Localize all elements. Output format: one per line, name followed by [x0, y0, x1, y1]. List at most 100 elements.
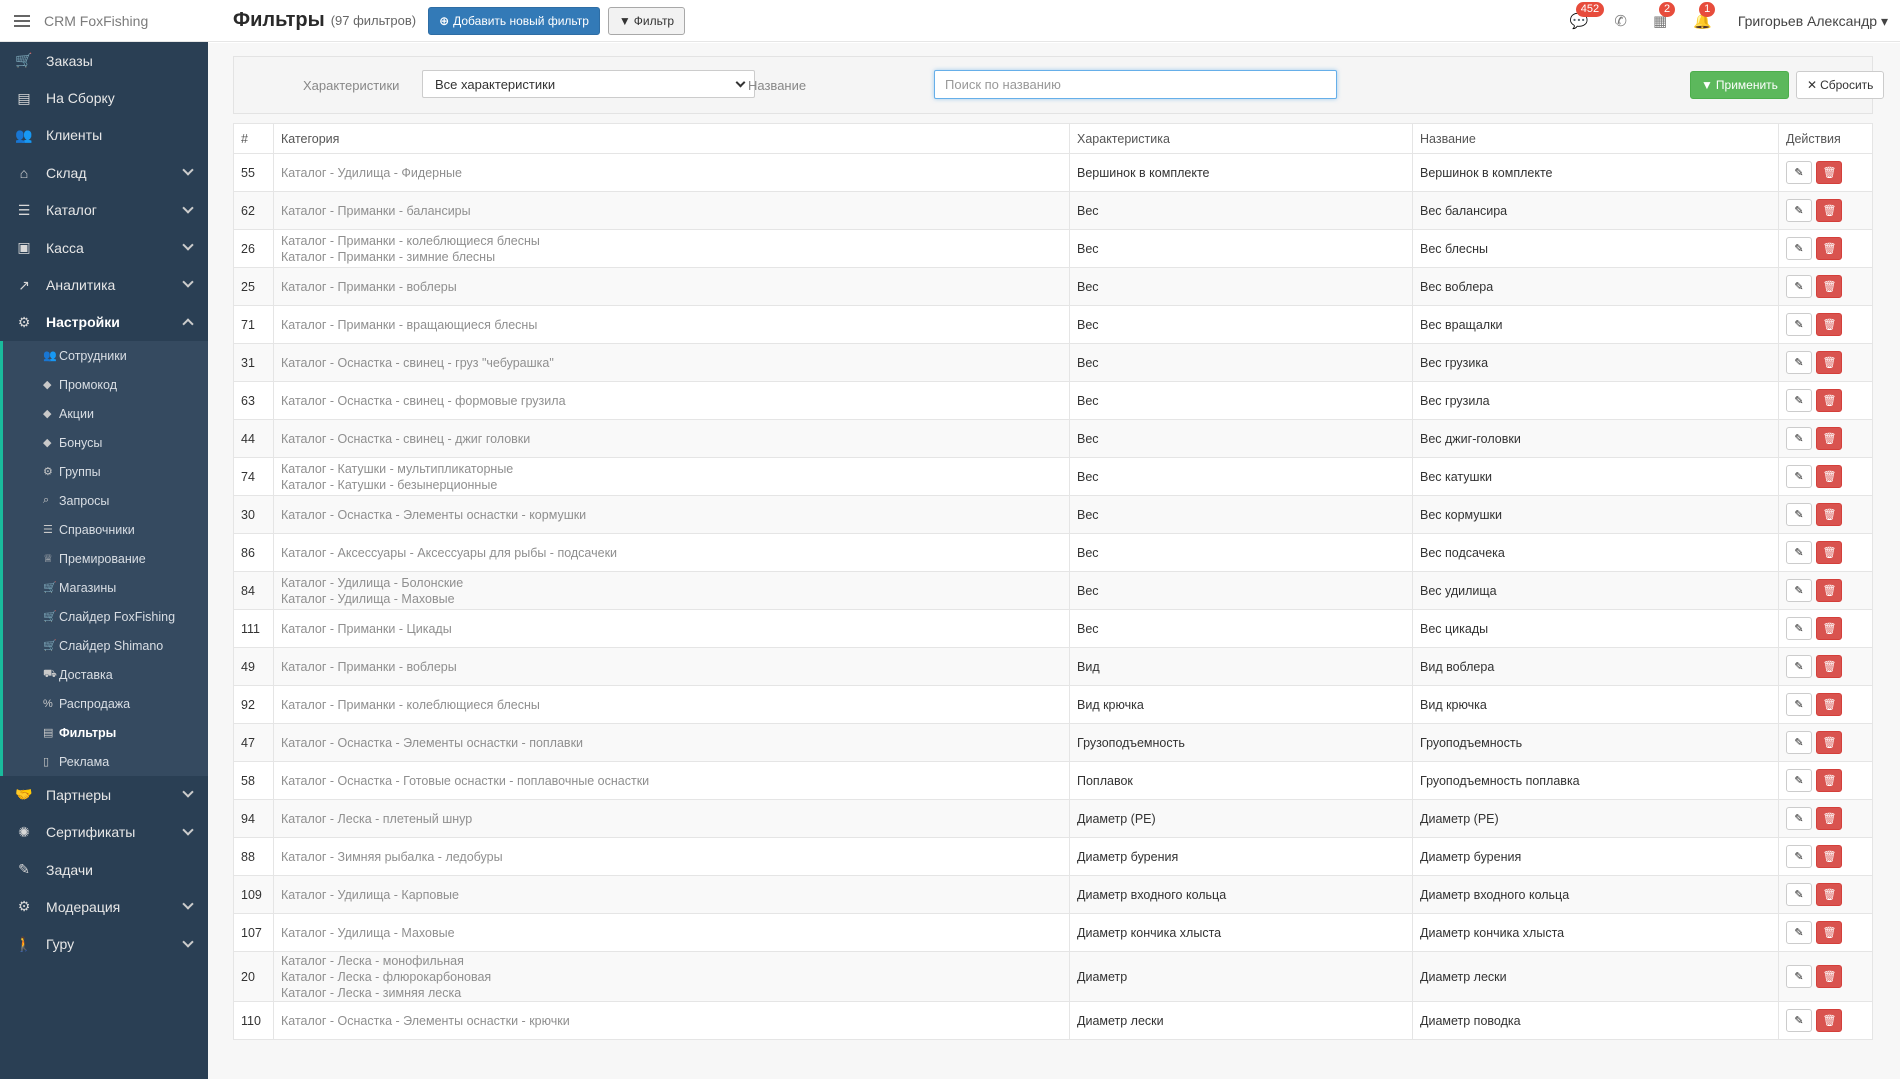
bell-icon[interactable]: 🔔 1 [1693, 2, 1716, 30]
edit-button[interactable]: ✎ [1786, 845, 1812, 868]
submenu-item-6[interactable]: ☰ Справочники [3, 515, 208, 544]
cell-name: Вес вращалки [1412, 305, 1779, 344]
submenu-item-1[interactable]: ◆ Промокод [3, 370, 208, 399]
edit-button[interactable]: ✎ [1786, 883, 1812, 906]
submenu-item-14[interactable]: ▯ Реклама [3, 747, 208, 776]
delete-button[interactable]: 🗑 [1816, 731, 1843, 754]
nav-item-4[interactable]: ☰ Каталог [0, 192, 208, 229]
nav-item-2[interactable]: ✎ Задачи [0, 851, 208, 888]
delete-button[interactable]: 🗑 [1816, 389, 1843, 412]
delete-button[interactable]: 🗑 [1816, 965, 1843, 988]
brand[interactable]: CRM FoxFishing [0, 0, 208, 42]
cell-characteristic: Грузоподъемность [1069, 723, 1413, 762]
edit-button[interactable]: ✎ [1786, 693, 1812, 716]
menu-toggle-icon[interactable] [14, 14, 30, 27]
nav-item-3[interactable]: ⌂ Склад [0, 154, 208, 191]
edit-button[interactable]: ✎ [1786, 617, 1812, 640]
add-filter-button[interactable]: ⊕ Добавить новый фильтр [428, 6, 600, 35]
edit-button[interactable]: ✎ [1786, 465, 1812, 488]
edit-button[interactable]: ✎ [1786, 655, 1812, 678]
cart-icon: 🛒 [43, 582, 57, 595]
delete-button[interactable]: 🗑 [1816, 275, 1843, 298]
nav-item-1[interactable]: ✺ Сертификаты [0, 814, 208, 851]
delete-button[interactable]: 🗑 [1816, 427, 1843, 450]
edit-button[interactable]: ✎ [1786, 579, 1812, 602]
delete-button[interactable]: 🗑 [1816, 769, 1843, 792]
pencil-icon: ✎ [1794, 775, 1804, 787]
reset-button[interactable]: ✕ Сбросить [1796, 71, 1885, 99]
edit-button[interactable]: ✎ [1786, 965, 1812, 988]
nav-item-2[interactable]: 👥 Клиенты [0, 117, 208, 154]
nav-item-1[interactable]: ▤ На Сборку [0, 79, 208, 116]
user-menu[interactable]: Григорьев Александр ▾ [1738, 13, 1888, 30]
apply-button[interactable]: ▼ Применить [1690, 71, 1789, 99]
characteristics-select[interactable]: Все характеристики [422, 70, 755, 98]
submenu-item-13[interactable]: ▤ Фильтры [3, 718, 208, 747]
submenu-item-12[interactable]: % Распродажа [3, 689, 208, 718]
delete-button[interactable]: 🗑 [1816, 579, 1843, 602]
delete-button[interactable]: 🗑 [1816, 845, 1843, 868]
submenu-item-5[interactable]: ⌕ Запросы [3, 486, 208, 515]
filter-icon: ▼ [618, 13, 631, 28]
delete-button[interactable]: 🗑 [1816, 693, 1843, 716]
edit-button[interactable]: ✎ [1786, 807, 1812, 830]
filter-toggle-button[interactable]: ▼ Фильтр [607, 6, 686, 35]
delete-button[interactable]: 🗑 [1816, 1009, 1843, 1032]
name-search-input[interactable] [934, 70, 1337, 99]
delete-button[interactable]: 🗑 [1816, 199, 1843, 222]
cart-icon: 🛒 [43, 640, 57, 653]
delete-button[interactable]: 🗑 [1816, 541, 1843, 564]
delete-button[interactable]: 🗑 [1816, 921, 1843, 944]
submenu-item-8[interactable]: 🛒 Магазины [3, 573, 208, 602]
submenu-item-7[interactable]: ♕ Премирование [3, 544, 208, 573]
submenu-item-3[interactable]: ◆ Бонусы [3, 428, 208, 457]
nav-item-3[interactable]: ⚙ Модерация [0, 888, 208, 925]
edit-button[interactable]: ✎ [1786, 199, 1812, 222]
cell-actions: ✎ 🗑 [1778, 191, 1873, 230]
delete-button[interactable]: 🗑 [1816, 807, 1843, 830]
cell-characteristic: Диаметр (PE) [1069, 799, 1413, 838]
submenu-item-0[interactable]: 👥 Сотрудники [3, 341, 208, 370]
cell-name: Диаметр кончика хлыста [1412, 913, 1779, 952]
submenu-item-10[interactable]: 🛒 Слайдер Shimano [3, 631, 208, 660]
edit-button[interactable]: ✎ [1786, 731, 1812, 754]
calendar-icon[interactable]: ▦ 2 [1653, 2, 1676, 30]
delete-button[interactable]: 🗑 [1816, 617, 1843, 640]
edit-button[interactable]: ✎ [1786, 541, 1812, 564]
category-line: Каталог - Приманки - колеблющиеся блесны [281, 233, 540, 248]
nav-item-5[interactable]: ▣ Касса [0, 229, 208, 266]
cell-name: Груоподъемность [1412, 723, 1779, 762]
nav-item-4[interactable]: 🚶 Гуру [0, 926, 208, 963]
edit-button[interactable]: ✎ [1786, 389, 1812, 412]
messages-icon[interactable]: 💬 452 [1570, 2, 1605, 30]
chevron-down-icon [182, 201, 194, 214]
nav-item-7[interactable]: ⚙ Настройки [0, 304, 208, 341]
delete-button[interactable]: 🗑 [1816, 465, 1843, 488]
delete-button[interactable]: 🗑 [1816, 351, 1843, 374]
submenu-item-4[interactable]: ⚙ Группы [3, 457, 208, 486]
submenu-item-11[interactable]: ⛟ Доставка [3, 660, 208, 689]
edit-button[interactable]: ✎ [1786, 351, 1812, 374]
nav-item-0[interactable]: 🤝 Партнеры [0, 776, 208, 813]
delete-button[interactable]: 🗑 [1816, 503, 1843, 526]
edit-button[interactable]: ✎ [1786, 427, 1812, 450]
edit-button[interactable]: ✎ [1786, 161, 1812, 184]
edit-button[interactable]: ✎ [1786, 237, 1812, 260]
delete-button[interactable]: 🗑 [1816, 883, 1843, 906]
edit-button[interactable]: ✎ [1786, 313, 1812, 336]
nav-item-6[interactable]: ↗ Аналитика [0, 266, 208, 303]
edit-button[interactable]: ✎ [1786, 769, 1812, 792]
submenu-item-2[interactable]: ◆ Акции [3, 399, 208, 428]
edit-button[interactable]: ✎ [1786, 503, 1812, 526]
submenu-item-9[interactable]: 🛒 Слайдер FoxFishing [3, 602, 208, 631]
delete-button[interactable]: 🗑 [1816, 237, 1843, 260]
delete-button[interactable]: 🗑 [1816, 655, 1843, 678]
phone-icon[interactable]: ✆ [1614, 12, 1627, 30]
edit-button[interactable]: ✎ [1786, 1009, 1812, 1032]
nav-item-0[interactable]: 🛒 Заказы [0, 42, 208, 79]
edit-button[interactable]: ✎ [1786, 921, 1812, 944]
edit-button[interactable]: ✎ [1786, 275, 1812, 298]
delete-button[interactable]: 🗑 [1816, 161, 1843, 184]
delete-button[interactable]: 🗑 [1816, 313, 1843, 336]
cell-category: Каталог - Оснастка - Готовые оснастки - … [273, 761, 1070, 800]
